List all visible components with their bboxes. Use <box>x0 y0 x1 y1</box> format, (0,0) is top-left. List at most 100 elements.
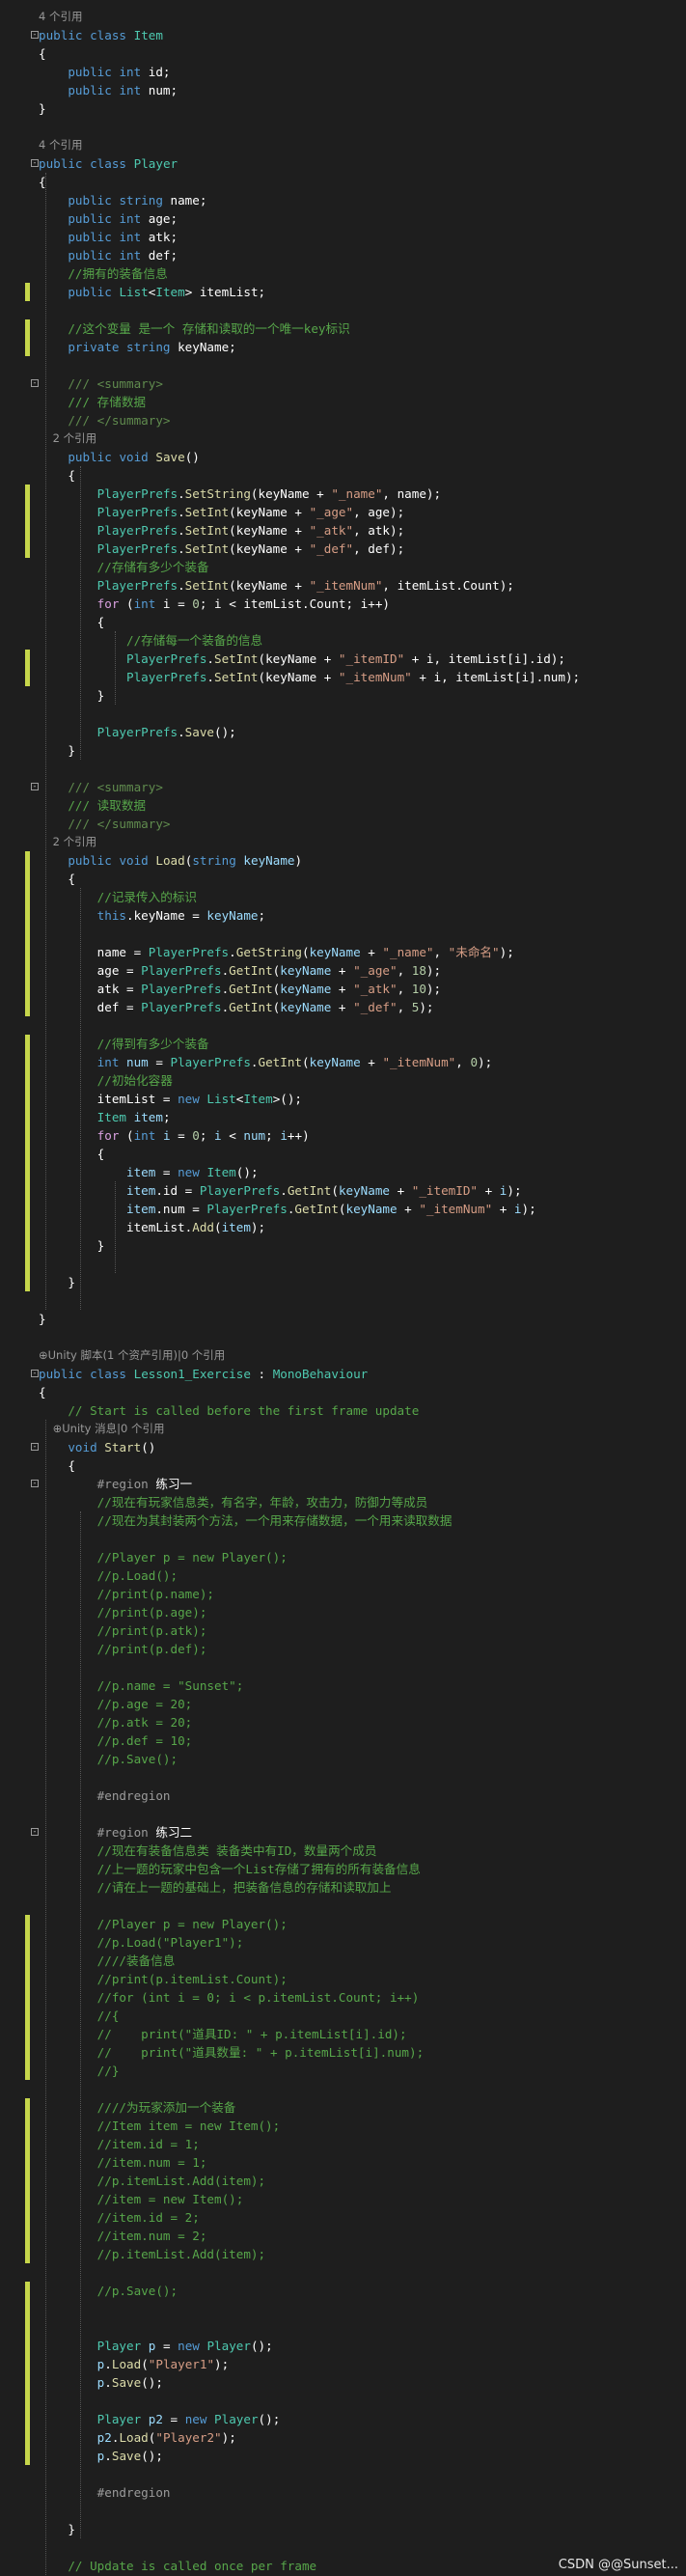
code-line[interactable]: //p.name = "Sunset"; <box>0 1676 686 1695</box>
codelens-line[interactable]: ⊕Unity 脚本(1 个资产引用)|0 个引用 <box>0 1346 686 1365</box>
code-line[interactable]: //item.num = 2; <box>0 2227 686 2245</box>
code-line[interactable]: //p.age = 20; <box>0 1695 686 1713</box>
code-line[interactable]: { <box>0 173 686 191</box>
code-line[interactable] <box>0 705 686 723</box>
code-line[interactable]: //这个变量 是一个 存储和读取的一个唯一key标识 <box>0 319 686 338</box>
codelens-line[interactable]: 4 个引用 <box>0 136 686 154</box>
code-line[interactable] <box>0 925 686 943</box>
code-line[interactable]: /// 读取数据 <box>0 796 686 815</box>
code-line[interactable] <box>0 760 686 778</box>
code-line[interactable] <box>0 2502 686 2520</box>
code-line[interactable]: //p.Save(); <box>0 1750 686 1768</box>
code-line[interactable]: } <box>0 686 686 705</box>
code-line[interactable]: //p.atk = 20; <box>0 1713 686 1731</box>
code-line[interactable]: public int def; <box>0 246 686 264</box>
code-line[interactable] <box>0 356 686 374</box>
code-line[interactable]: itemList = new List<Item>(); <box>0 1090 686 1108</box>
code-line[interactable]: // Start is called before the first fram… <box>0 1401 686 1420</box>
code-line[interactable]: Player p2 = new Player(); <box>0 2410 686 2428</box>
code-line[interactable]: for (int i = 0; i < num; i++) <box>0 1126 686 1145</box>
code-line[interactable]: name = PlayerPrefs.GetString(keyName + "… <box>0 943 686 961</box>
collapse-icon[interactable]: - <box>31 783 39 790</box>
code-line[interactable]: PlayerPrefs.SetInt(keyName + "_itemNum" … <box>0 668 686 686</box>
code-line[interactable]: item.num = PlayerPrefs.GetInt(keyName + … <box>0 1200 686 1218</box>
code-line[interactable]: //Player p = new Player(); <box>0 1915 686 1933</box>
code-line[interactable]: //} <box>0 2062 686 2080</box>
collapse-icon[interactable]: - <box>31 1370 39 1377</box>
code-line[interactable]: //Item item = new Item(); <box>0 2117 686 2135</box>
code-line[interactable]: p.Save(); <box>0 2447 686 2465</box>
code-line[interactable]: //存储有多少个装备 <box>0 558 686 576</box>
code-line[interactable]: //记录传入的标识 <box>0 888 686 906</box>
code-line[interactable]: item.id = PlayerPrefs.GetInt(keyName + "… <box>0 1181 686 1200</box>
code-line[interactable] <box>0 118 686 136</box>
code-line[interactable]: for (int i = 0; i < itemList.Count; i++) <box>0 595 686 613</box>
code-line[interactable]: //Player p = new Player(); <box>0 1548 686 1566</box>
code-line[interactable]: //{ <box>0 2007 686 2025</box>
code-line[interactable]: atk = PlayerPrefs.GetInt(keyName + "_atk… <box>0 980 686 998</box>
code-line[interactable]: age = PlayerPrefs.GetInt(keyName + "_age… <box>0 961 686 980</box>
code-line[interactable]: Item item; <box>0 1108 686 1126</box>
code-line[interactable] <box>0 1016 686 1035</box>
code-line[interactable]: { <box>0 870 686 888</box>
code-line[interactable] <box>0 1530 686 1548</box>
code-line[interactable]: PlayerPrefs.SetInt(keyName + "_atk", atk… <box>0 521 686 540</box>
code-line[interactable]: item = new Item(); <box>0 1163 686 1181</box>
code-line[interactable]: //for (int i = 0; i < p.itemList.Count; … <box>0 1988 686 2007</box>
code-line[interactable]: { <box>0 613 686 631</box>
codelens-line[interactable]: 4 个引用 <box>0 8 686 26</box>
code-line[interactable] <box>0 2300 686 2318</box>
code-line[interactable]: PlayerPrefs.SetString(keyName + "_name",… <box>0 485 686 503</box>
code-line[interactable]: public int age; <box>0 209 686 228</box>
code-line[interactable]: //现在有装备信息类 装备类中有ID，数量两个成员 <box>0 1842 686 1860</box>
code-line[interactable] <box>0 2318 686 2337</box>
code-line[interactable]: - void Start() <box>0 1438 686 1456</box>
code-line[interactable]: // print("道具数量: " + p.itemList[i].num); <box>0 2043 686 2062</box>
code-line[interactable]: //p.Load(); <box>0 1566 686 1585</box>
code-line[interactable] <box>0 1805 686 1823</box>
code-line[interactable]: public int atk; <box>0 228 686 246</box>
code-line[interactable]: //p.Save(); <box>0 2282 686 2300</box>
code-line[interactable]: Player p = new Player(); <box>0 2337 686 2355</box>
code-line[interactable] <box>0 1897 686 1915</box>
code-line[interactable]: //item.id = 2; <box>0 2208 686 2227</box>
code-line[interactable] <box>0 2465 686 2483</box>
collapse-icon[interactable]: - <box>31 31 39 39</box>
code-line[interactable]: #endregion <box>0 2483 686 2502</box>
code-line[interactable] <box>0 1255 686 1273</box>
code-line[interactable]: //现在为其封装两个方法，一个用来存储数据，一个用来读取数据 <box>0 1511 686 1530</box>
code-line[interactable]: //初始化容器 <box>0 1071 686 1090</box>
collapse-icon[interactable]: - <box>31 1828 39 1836</box>
code-line[interactable] <box>0 2538 686 2557</box>
code-line[interactable]: //item.id = 1; <box>0 2135 686 2153</box>
code-line[interactable]: //得到有多少个装备 <box>0 1035 686 1053</box>
code-line[interactable]: //print(p.age); <box>0 1603 686 1621</box>
code-line[interactable]: //p.itemList.Add(item); <box>0 2172 686 2190</box>
code-line[interactable] <box>0 1768 686 1787</box>
code-line[interactable]: //print(p.itemList.Count); <box>0 1970 686 1988</box>
code-line[interactable]: public string name; <box>0 191 686 209</box>
code-line[interactable] <box>0 1291 686 1310</box>
code-line[interactable] <box>0 1328 686 1346</box>
codelens-line[interactable]: ⊕Unity 消息|0 个引用 <box>0 1420 686 1438</box>
code-line[interactable]: //拥有的装备信息 <box>0 264 686 283</box>
collapse-icon[interactable]: - <box>31 159 39 167</box>
code-line[interactable]: ////装备信息 <box>0 1952 686 1970</box>
collapse-icon[interactable]: - <box>31 379 39 387</box>
code-line[interactable]: //请在上一题的基础上，把装备信息的存储和读取加上 <box>0 1878 686 1897</box>
code-line[interactable]: //print(p.atk); <box>0 1621 686 1640</box>
code-line[interactable]: p.Load("Player1"); <box>0 2355 686 2373</box>
code-line[interactable]: PlayerPrefs.Save(); <box>0 723 686 741</box>
code-line[interactable] <box>0 2263 686 2282</box>
code-line[interactable]: //print(p.def); <box>0 1640 686 1658</box>
code-line[interactable]: int num = PlayerPrefs.GetInt(keyName + "… <box>0 1053 686 1071</box>
code-line[interactable]: //现在有玩家信息类，有名字，年龄，攻击力，防御力等成员 <box>0 1493 686 1511</box>
code-line[interactable]: p.Save(); <box>0 2373 686 2392</box>
code-line[interactable]: //item.num = 1; <box>0 2153 686 2172</box>
codelens-line[interactable]: 2 个引用 <box>0 429 686 448</box>
codelens-line[interactable]: 2 个引用 <box>0 833 686 851</box>
code-line[interactable]: def = PlayerPrefs.GetInt(keyName + "_def… <box>0 998 686 1016</box>
code-line[interactable]: //上一题的玩家中包含一个List存储了拥有的所有装备信息 <box>0 1860 686 1878</box>
code-line[interactable]: /// </summary> <box>0 815 686 833</box>
code-line[interactable]: public int num; <box>0 81 686 99</box>
